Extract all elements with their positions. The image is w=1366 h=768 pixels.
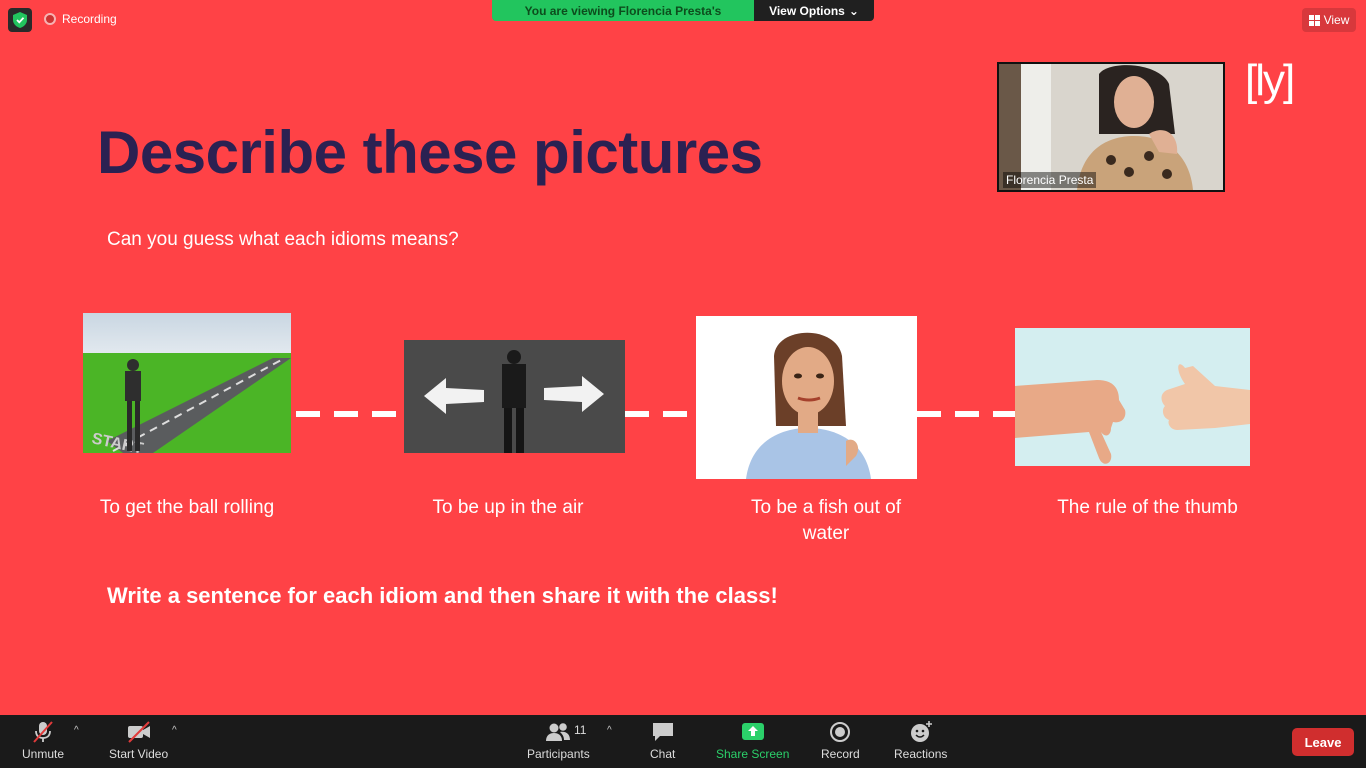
start-video-label: Start Video (109, 747, 169, 761)
caption-1: To get the ball rolling (99, 497, 275, 518)
screen-share-banner: You are viewing Florencia Presta's scree… (492, 0, 874, 21)
record-label: Record (821, 747, 860, 761)
share-screen-button[interactable]: Share Screen (716, 721, 789, 761)
camera-off-icon (127, 721, 150, 743)
share-screen-label: Share Screen (716, 747, 790, 761)
picture-ball-rolling: START (83, 313, 291, 453)
dashed-connector (917, 411, 1015, 417)
slide-subtitle: Can you guess what each idioms means? (107, 229, 459, 250)
picture-fish-out-of-water (696, 316, 917, 479)
view-label: View (1323, 13, 1350, 27)
share-screen-icon (741, 723, 764, 740)
chat-icon (652, 723, 673, 741)
call-to-action: Write a sentence for each idiom and then… (107, 583, 778, 608)
unmute-label: Unmute (22, 747, 65, 761)
reactions-button[interactable]: Reactions (894, 721, 947, 761)
slide-title: Describe these pictures (97, 119, 763, 186)
caption-4: The rule of the thumb (1057, 497, 1238, 518)
picture-rule-of-thumb (1015, 328, 1250, 466)
recording-indicator[interactable]: Recording (44, 12, 117, 26)
view-button[interactable]: View (1302, 8, 1356, 32)
participants-label: Participants (527, 747, 590, 761)
leave-button[interactable]: Leave (1292, 728, 1354, 756)
chevron-down-icon: ⌄ (848, 3, 859, 18)
dashed-connector (625, 411, 695, 417)
recording-label: Recording (62, 12, 117, 26)
chat-button[interactable]: Chat (650, 721, 675, 761)
brand-logo: [ly] (1245, 56, 1295, 105)
grid-icon (1308, 14, 1320, 26)
participant-name-label: Florencia Presta (1003, 172, 1097, 188)
participant-video-tile[interactable]: Florencia Presta (997, 62, 1225, 192)
chat-label: Chat (650, 747, 676, 761)
record-button[interactable]: Record (821, 721, 860, 761)
microphone-muted-icon (33, 721, 53, 743)
participants-count: 11 (574, 723, 587, 737)
start-video-button[interactable]: Start Video (109, 721, 168, 761)
view-options-label: View Options (769, 3, 845, 18)
video-options-caret-icon[interactable]: ^ (172, 725, 177, 736)
meeting-toolbar: Unmute ^ Start Video ^ Participants 11 ^… (0, 715, 1366, 768)
reactions-label: Reactions (894, 747, 948, 761)
reactions-smiley-icon (910, 721, 932, 742)
recording-dot-icon (44, 13, 56, 25)
picture-up-in-the-air (404, 340, 625, 453)
unmute-button[interactable]: Unmute (22, 721, 64, 761)
record-icon (830, 722, 851, 742)
view-options-button[interactable]: View Options ⌄ (754, 0, 874, 21)
security-shield-icon[interactable] (8, 8, 32, 32)
caption-2: To be up in the air (432, 497, 584, 518)
viewing-screen-text: You are viewing Florencia Presta's scree… (492, 0, 754, 21)
caption-3: To be a fish out of water (751, 497, 901, 544)
participants-options-caret-icon[interactable]: ^ (607, 725, 612, 736)
audio-options-caret-icon[interactable]: ^ (74, 725, 79, 736)
participants-icon (546, 723, 571, 741)
dashed-connector (296, 411, 400, 417)
